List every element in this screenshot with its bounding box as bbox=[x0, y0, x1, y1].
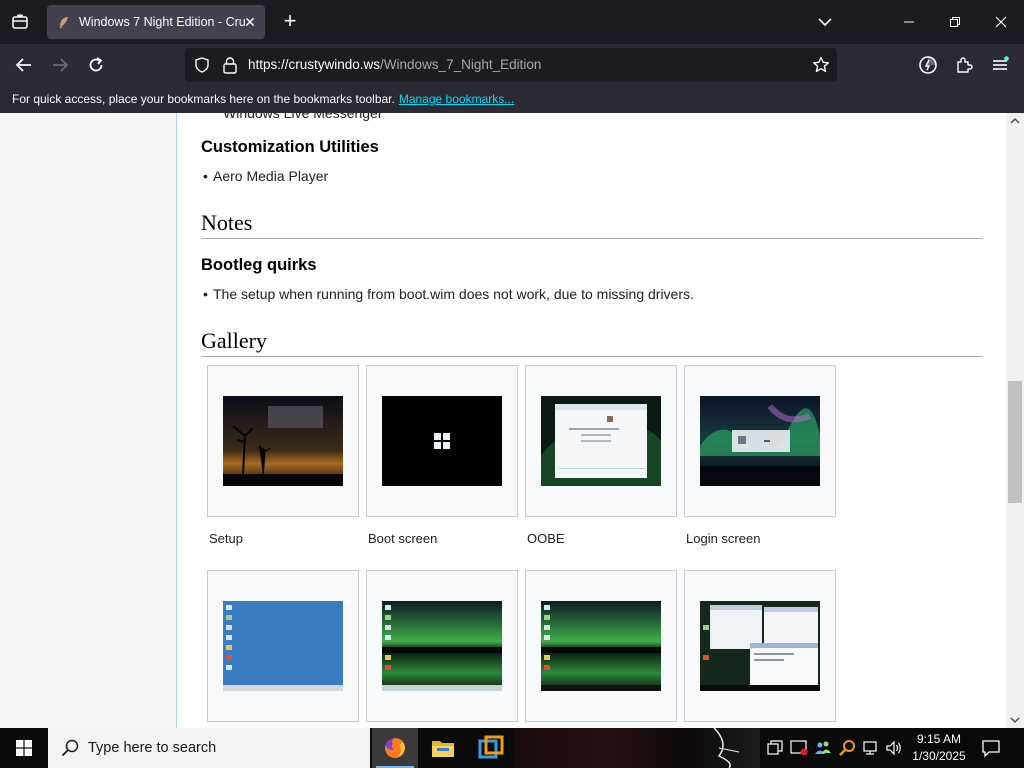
heading-customization-utilities: Customization Utilities bbox=[201, 138, 379, 156]
minimize-icon bbox=[904, 21, 914, 23]
tab-title: Windows 7 Night Edition - Crus bbox=[79, 15, 245, 29]
magnifier-app-icon[interactable] bbox=[837, 738, 857, 758]
url-path: /Windows_7_Night_Edition bbox=[380, 57, 542, 72]
gallery-caption: OOBE bbox=[527, 531, 565, 546]
start-button[interactable] bbox=[0, 728, 48, 768]
close-icon bbox=[995, 16, 1007, 28]
bookmarks-toolbar-message: For quick access, place your bookmarks h… bbox=[12, 92, 395, 106]
network-icon[interactable] bbox=[861, 738, 881, 758]
taskbar-clock[interactable]: 9:15 AM 1/30/2025 bbox=[904, 731, 974, 765]
gallery-thumbnail bbox=[382, 601, 502, 691]
screen: Windows 7 Night Edition - Crus ✕ + https… bbox=[0, 0, 1024, 768]
virtual-machine-icon bbox=[478, 735, 504, 759]
notification-center-icon[interactable] bbox=[980, 737, 1002, 759]
app-menu-button[interactable] bbox=[986, 51, 1014, 79]
account-button[interactable] bbox=[914, 51, 942, 79]
gallery-caption: Boot screen bbox=[368, 531, 438, 546]
search-icon bbox=[61, 739, 79, 757]
tabs-menu-button[interactable] bbox=[812, 10, 838, 34]
people-icon[interactable] bbox=[813, 738, 833, 758]
gallery-item[interactable] bbox=[207, 570, 359, 722]
back-button[interactable] bbox=[10, 51, 38, 79]
heading-notes: Notes bbox=[201, 210, 983, 239]
url-host: https://crustywindo.ws bbox=[248, 57, 381, 72]
list-item: The setup when running from boot.wim doe… bbox=[203, 286, 694, 302]
scrollbar-thumb[interactable] bbox=[1008, 381, 1022, 503]
folder-icon bbox=[432, 741, 454, 757]
heading-bootleg-quirks: Bootleg quirks bbox=[201, 256, 317, 274]
gallery-item-boot-screen[interactable] bbox=[366, 365, 518, 517]
puzzle-piece-icon bbox=[957, 57, 973, 73]
gallery-thumbnail bbox=[223, 601, 343, 691]
new-tab-button[interactable]: + bbox=[277, 9, 303, 35]
padlock-icon[interactable] bbox=[222, 56, 238, 74]
gallery-item[interactable] bbox=[684, 570, 836, 722]
manage-bookmarks-link[interactable]: Manage bookmarks... bbox=[399, 92, 514, 106]
gallery-caption: Login screen bbox=[686, 531, 761, 546]
article-content: Windows Live Messenger Customization Uti… bbox=[177, 113, 1006, 728]
extensions-button[interactable] bbox=[950, 51, 978, 79]
gallery-caption: Setup bbox=[209, 531, 243, 546]
security-alert-icon[interactable] bbox=[789, 738, 809, 758]
forward-arrow-icon bbox=[53, 58, 69, 72]
volume-icon[interactable] bbox=[884, 738, 904, 758]
gallery-thumbnail bbox=[541, 601, 661, 691]
taskbar-wallpaper-strip bbox=[514, 727, 760, 768]
web-page: Windows Live Messenger Customization Uti… bbox=[0, 113, 1024, 728]
reload-icon bbox=[89, 57, 103, 72]
bookmark-star-icon bbox=[813, 56, 829, 73]
windows-taskbar: Type here to search 9:15 AM 1/30/2025 bbox=[0, 727, 1024, 768]
taskbar-search-box[interactable]: Type here to search bbox=[48, 728, 370, 768]
list-item: Aero Media Player bbox=[203, 168, 328, 184]
hamburger-menu-icon bbox=[993, 56, 1009, 70]
gallery-thumbnail bbox=[382, 396, 502, 486]
taskbar-vmware[interactable] bbox=[468, 728, 514, 768]
restore-button[interactable] bbox=[932, 0, 978, 44]
firefox-icon bbox=[385, 737, 406, 758]
list-all-tabs-icon bbox=[12, 14, 28, 29]
address-bar[interactable]: https://crustywindo.ws/Windows_7_Night_E… bbox=[185, 48, 837, 82]
gallery-item-oobe[interactable] bbox=[525, 365, 677, 517]
page-scrollbar[interactable] bbox=[1006, 113, 1024, 728]
gallery-thumbnail bbox=[700, 601, 820, 691]
tab-close-icon[interactable]: ✕ bbox=[241, 13, 259, 31]
minimize-button[interactable] bbox=[886, 0, 932, 44]
scroll-up-arrow-icon[interactable] bbox=[1009, 115, 1021, 127]
task-view-icon[interactable] bbox=[765, 738, 785, 758]
bookmark-star-button[interactable] bbox=[811, 55, 831, 75]
url-text[interactable]: https://crustywindo.ws/Windows_7_Night_E… bbox=[248, 57, 541, 72]
clock-date: 1/30/2025 bbox=[912, 749, 966, 763]
taskbar-firefox[interactable] bbox=[372, 728, 418, 768]
gallery-item[interactable] bbox=[366, 570, 518, 722]
site-favicon-icon bbox=[57, 15, 71, 29]
cut-off-list-item: Windows Live Messenger bbox=[223, 113, 383, 121]
reload-button[interactable] bbox=[82, 51, 110, 79]
forward-button[interactable] bbox=[46, 51, 74, 79]
chevron-down-icon bbox=[818, 18, 832, 27]
firefox-account-icon bbox=[919, 56, 937, 74]
gallery-item[interactable] bbox=[525, 570, 677, 722]
tab-windows-7-night-edition[interactable]: Windows 7 Night Edition - Crus ✕ bbox=[47, 5, 265, 39]
gallery-item-login-screen[interactable] bbox=[684, 365, 836, 517]
restore-icon bbox=[950, 17, 960, 27]
browser-tab-bar: Windows 7 Night Edition - Crus ✕ + bbox=[0, 0, 1024, 44]
close-window-button[interactable] bbox=[978, 0, 1024, 44]
taskbar-file-explorer[interactable] bbox=[420, 728, 466, 768]
gallery-item-setup[interactable] bbox=[207, 365, 359, 517]
heading-gallery: Gallery bbox=[201, 328, 983, 357]
gallery-thumbnail bbox=[541, 396, 661, 486]
list-all-tabs-button[interactable] bbox=[6, 8, 34, 36]
tracking-protection-shield-icon[interactable] bbox=[194, 57, 210, 73]
scroll-down-arrow-icon[interactable] bbox=[1009, 714, 1021, 726]
bookmarks-toolbar: For quick access, place your bookmarks h… bbox=[0, 86, 1024, 113]
back-arrow-icon bbox=[15, 58, 31, 72]
gallery-thumbnail bbox=[700, 396, 820, 486]
browser-nav-bar: https://crustywindo.ws/Windows_7_Night_E… bbox=[0, 44, 1024, 86]
gallery-thumbnail bbox=[223, 396, 343, 486]
search-placeholder: Type here to search bbox=[88, 740, 217, 756]
clock-time: 9:15 AM bbox=[916, 732, 962, 746]
windows-logo-icon bbox=[16, 740, 32, 756]
